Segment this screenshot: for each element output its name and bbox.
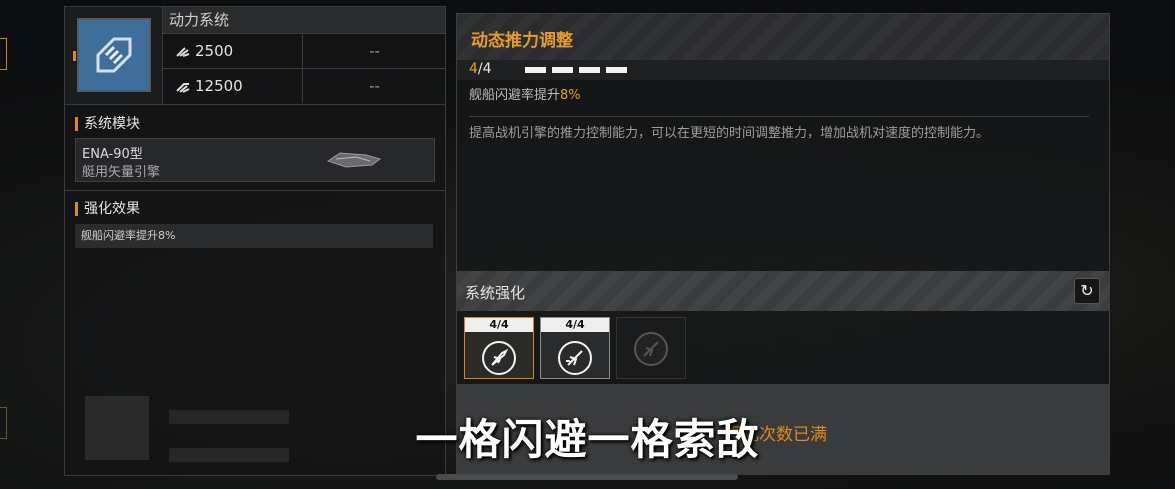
divider bbox=[65, 190, 445, 191]
vector-engine-icon bbox=[326, 152, 382, 168]
level-pip bbox=[579, 67, 600, 73]
module-name: ENA-90型 bbox=[82, 147, 143, 162]
enhance-slot-boost[interactable]: 4/4 bbox=[540, 317, 610, 379]
stat-value: 12500 bbox=[195, 77, 243, 95]
system-title: 动力系统 bbox=[163, 7, 445, 33]
side-tab-marker[interactable] bbox=[0, 38, 7, 70]
engine-system-icon bbox=[77, 18, 151, 92]
level-pip bbox=[525, 67, 546, 73]
enhancement-description: 提高战机引擎的推力控制能力，可以在更短的时间调整推力，增加战机对速度的控制能力。 bbox=[469, 126, 990, 141]
effect-section-title: 强化效果 bbox=[75, 202, 140, 216]
module-section-title: 系统模块 bbox=[75, 117, 140, 131]
stat-current: 12500 bbox=[163, 69, 303, 103]
system-icon-box bbox=[65, 7, 163, 104]
jet-dodge-icon bbox=[482, 341, 516, 375]
module-card[interactable]: ENA-90型 艇用矢量引擎 bbox=[75, 138, 435, 182]
enhance-title: 系统强化 bbox=[465, 284, 526, 302]
stat-current: 2500 bbox=[163, 34, 303, 68]
stat-row-boost: 12500 -- bbox=[163, 68, 445, 103]
enhance-slot-dodge[interactable]: 4/4 bbox=[464, 317, 534, 379]
bonus-line: 舰船闪避率提升8% bbox=[469, 84, 581, 103]
enhancement-title: 动态推力调整 bbox=[471, 31, 573, 51]
selection-tick bbox=[73, 51, 76, 61]
stat-next: -- bbox=[369, 77, 380, 95]
bonus-label: 舰船闪避率提升 bbox=[469, 88, 561, 103]
stat-next: -- bbox=[369, 42, 380, 60]
stat-row-thrust: 2500 -- bbox=[163, 33, 445, 68]
level-pip bbox=[552, 67, 573, 73]
enhance-slot-locked[interactable] bbox=[616, 317, 686, 379]
module-type: 艇用矢量引擎 bbox=[82, 165, 161, 180]
refresh-icon[interactable]: ↻ bbox=[1074, 278, 1100, 304]
bonus-value: 8% bbox=[560, 88, 581, 103]
thrust-icon bbox=[176, 46, 190, 57]
effect-text: 舰船闪避率提升8% bbox=[75, 224, 433, 248]
boost-icon bbox=[176, 82, 190, 93]
stat-value: 2500 bbox=[195, 42, 234, 60]
video-subtitle: 一格闪避一格索敌 bbox=[415, 415, 760, 464]
jet-boost-icon bbox=[558, 341, 592, 375]
level-max: /4 bbox=[477, 61, 492, 77]
detail-header: 动态推力调整 bbox=[457, 14, 1109, 60]
slot-level: 4/4 bbox=[541, 318, 609, 332]
level-current: 4 bbox=[469, 61, 478, 77]
enhance-header: 系统强化 ↻ bbox=[457, 271, 1109, 311]
scrollbar[interactable] bbox=[436, 474, 738, 480]
level-row: 4/4 bbox=[457, 60, 1109, 80]
divider bbox=[469, 116, 1089, 117]
divider bbox=[65, 104, 445, 105]
level-pip bbox=[606, 67, 627, 73]
level-indicator: 4/4 bbox=[469, 61, 492, 77]
jet-locked-icon bbox=[634, 332, 668, 366]
slot-level: 4/4 bbox=[465, 318, 533, 332]
